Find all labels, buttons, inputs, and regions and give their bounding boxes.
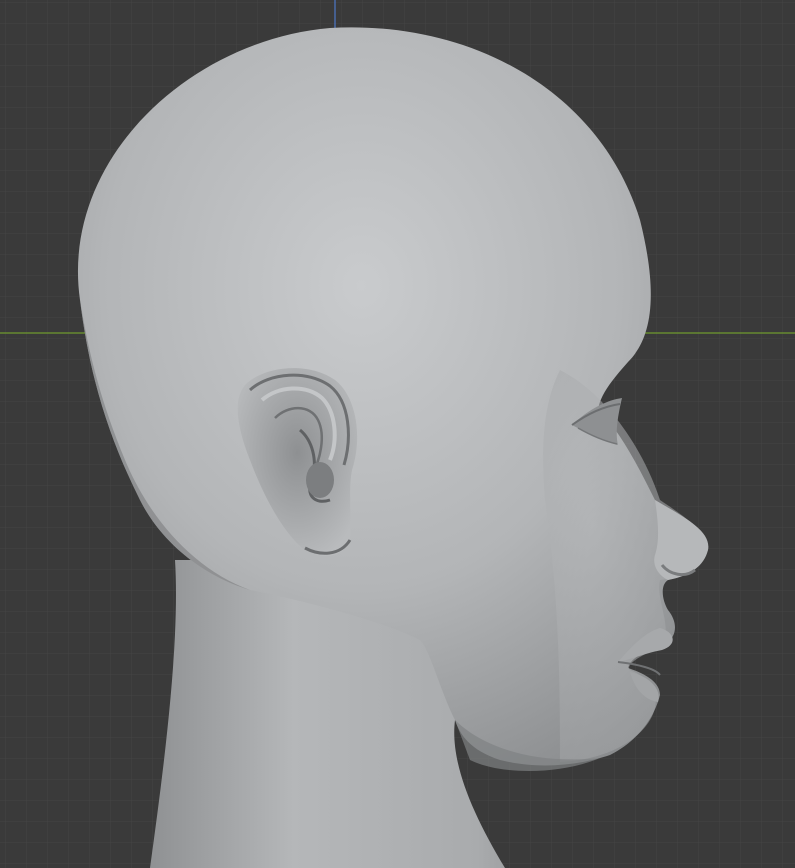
viewport-canvas[interactable] [0, 0, 795, 868]
3d-viewport[interactable] [0, 0, 795, 868]
